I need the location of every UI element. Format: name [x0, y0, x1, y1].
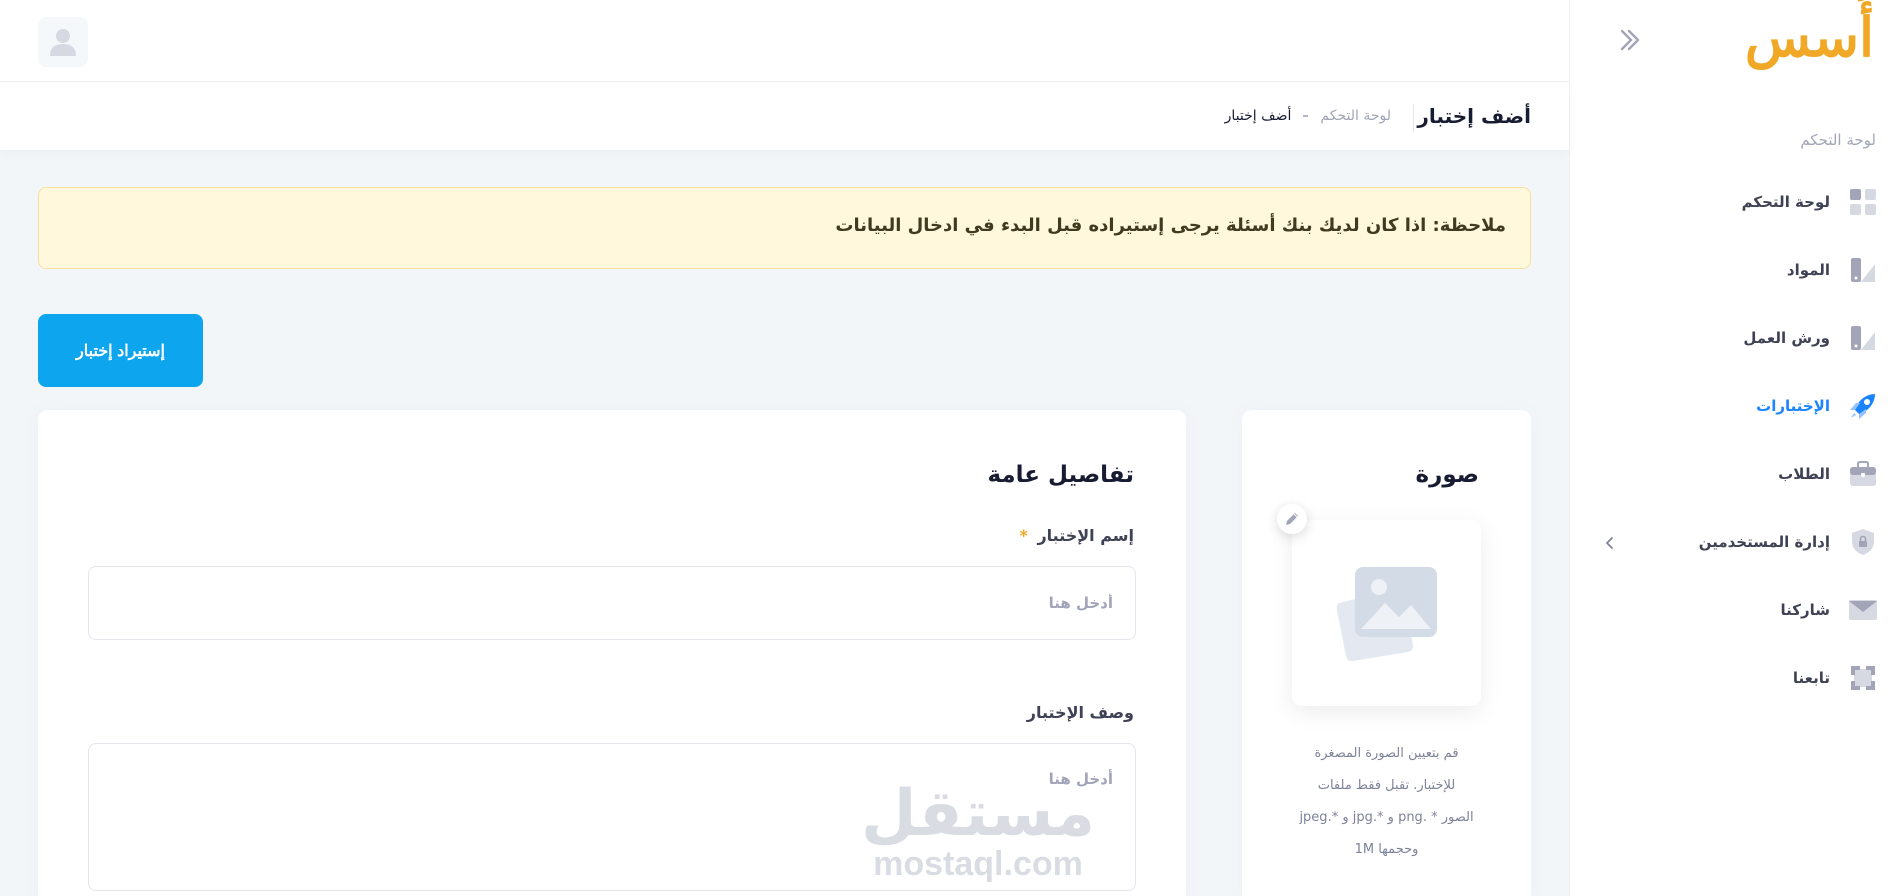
rocket-icon — [1846, 389, 1880, 423]
exam-name-label: إسم الإختبار * — [1020, 526, 1135, 545]
sidebar-item-user-management[interactable]: إدارة المستخدمين — [1569, 508, 1898, 576]
page-title: أضف إختبار — [1417, 104, 1531, 128]
thumbnail-card: صورة قم بتعيين الصورة المصغرة للإختبار. … — [1242, 410, 1531, 896]
thumbnail-hint: قم بتعيين الصورة المصغرة للإختبار. تقبل … — [1272, 738, 1501, 866]
dashboard-icon — [1846, 185, 1880, 219]
sidebar-item-label: الإختبارات — [1756, 397, 1830, 415]
breadcrumb: لوحة التحكم أضف إختبار — [1225, 108, 1391, 124]
exam-description-label: وصف الإختبار — [1026, 703, 1134, 722]
double-chevron-right-icon — [1620, 29, 1640, 51]
sidebar-item-exams[interactable]: الإختبارات — [1569, 372, 1898, 440]
sidebar-item-label: لوحة التحكم — [1741, 193, 1830, 211]
sidebar-item-follow[interactable]: تابعنا — [1569, 644, 1898, 712]
sidebar-item-label: إدارة المستخدمين — [1698, 533, 1830, 551]
breadcrumb-separator — [1303, 115, 1309, 117]
sidebar-item-share[interactable]: شاركنا — [1569, 576, 1898, 644]
sidebar-menu: لوحة التحكم المواد ورش العمل الإختبارات … — [1569, 168, 1898, 712]
sidebar-item-label: شاركنا — [1780, 601, 1831, 619]
sidebar-item-label: المواد — [1786, 261, 1830, 279]
breadcrumb-current: أضف إختبار — [1224, 108, 1292, 124]
thumbnail-preview[interactable] — [1292, 520, 1481, 706]
sidebar-item-label: تابعنا — [1792, 669, 1830, 687]
sidebar-item-workshops[interactable]: ورش العمل — [1569, 304, 1898, 372]
thumbnail-hint-line: الصور * .png و *.jpg و *.jpeg — [1299, 810, 1474, 825]
shield-lock-icon — [1846, 525, 1880, 559]
import-exam-button[interactable]: إستيراد إختبار — [38, 314, 203, 387]
briefcase-icon — [1846, 457, 1880, 491]
sidebar-item-materials[interactable]: المواد — [1569, 236, 1898, 304]
sidebar-collapse-button[interactable] — [1612, 22, 1648, 58]
sidebar-section-title: لوحة التحكم — [1800, 131, 1876, 149]
thumbnail-card-title: صورة — [1415, 462, 1479, 488]
import-notice-alert: ملاحظة: اذا كان لديك بنك أسئلة يرجى إستي… — [38, 187, 1531, 269]
thumbnail-hint-line: للإختبار. تقبل فقط ملفات — [1317, 778, 1456, 793]
sidebar-item-dashboard[interactable]: لوحة التحكم — [1569, 168, 1898, 236]
user-avatar-button[interactable] — [38, 17, 88, 67]
app-logo[interactable]: أُسس — [1745, 10, 1875, 64]
exam-description-textarea[interactable] — [88, 743, 1136, 891]
exam-name-label-text: إسم الإختبار — [1037, 526, 1134, 545]
topbar — [0, 0, 1569, 82]
sidebar-item-label: ورش العمل — [1743, 329, 1830, 347]
sidebar-item-students[interactable]: الطلاب — [1569, 440, 1898, 508]
book-icon — [1846, 321, 1880, 355]
envelope-icon — [1846, 593, 1880, 627]
notice-text: ملاحظة: اذا كان لديك بنك أسئلة يرجى إستي… — [835, 215, 1506, 236]
frame-icon — [1846, 661, 1880, 695]
thumbnail-hint-line: وحجمها 1M — [1354, 842, 1419, 857]
sidebar: أُسس لوحة التحكم لوحة التحكم المواد ورش … — [1569, 0, 1898, 896]
sidebar-item-label: الطلاب — [1778, 465, 1830, 483]
breadcrumb-home-link[interactable]: لوحة التحكم — [1320, 108, 1391, 124]
title-divider — [1413, 104, 1414, 132]
pencil-icon — [1286, 513, 1298, 525]
user-icon — [50, 29, 76, 56]
edit-thumbnail-button[interactable] — [1277, 504, 1307, 534]
required-mark: * — [1019, 526, 1028, 545]
book-icon — [1846, 253, 1880, 287]
thumbnail-hint-line: قم بتعيين الصورة المصغرة — [1314, 746, 1459, 761]
chevron-left-icon — [1603, 535, 1617, 549]
exam-name-input[interactable] — [88, 566, 1136, 640]
details-card-title: تفاصيل عامة — [987, 462, 1134, 488]
image-placeholder-icon — [1336, 567, 1437, 662]
page-toolbar: أضف إختبار لوحة التحكم أضف إختبار — [0, 82, 1569, 150]
general-details-card: تفاصيل عامة إسم الإختبار * وصف الإختبار … — [38, 410, 1186, 896]
